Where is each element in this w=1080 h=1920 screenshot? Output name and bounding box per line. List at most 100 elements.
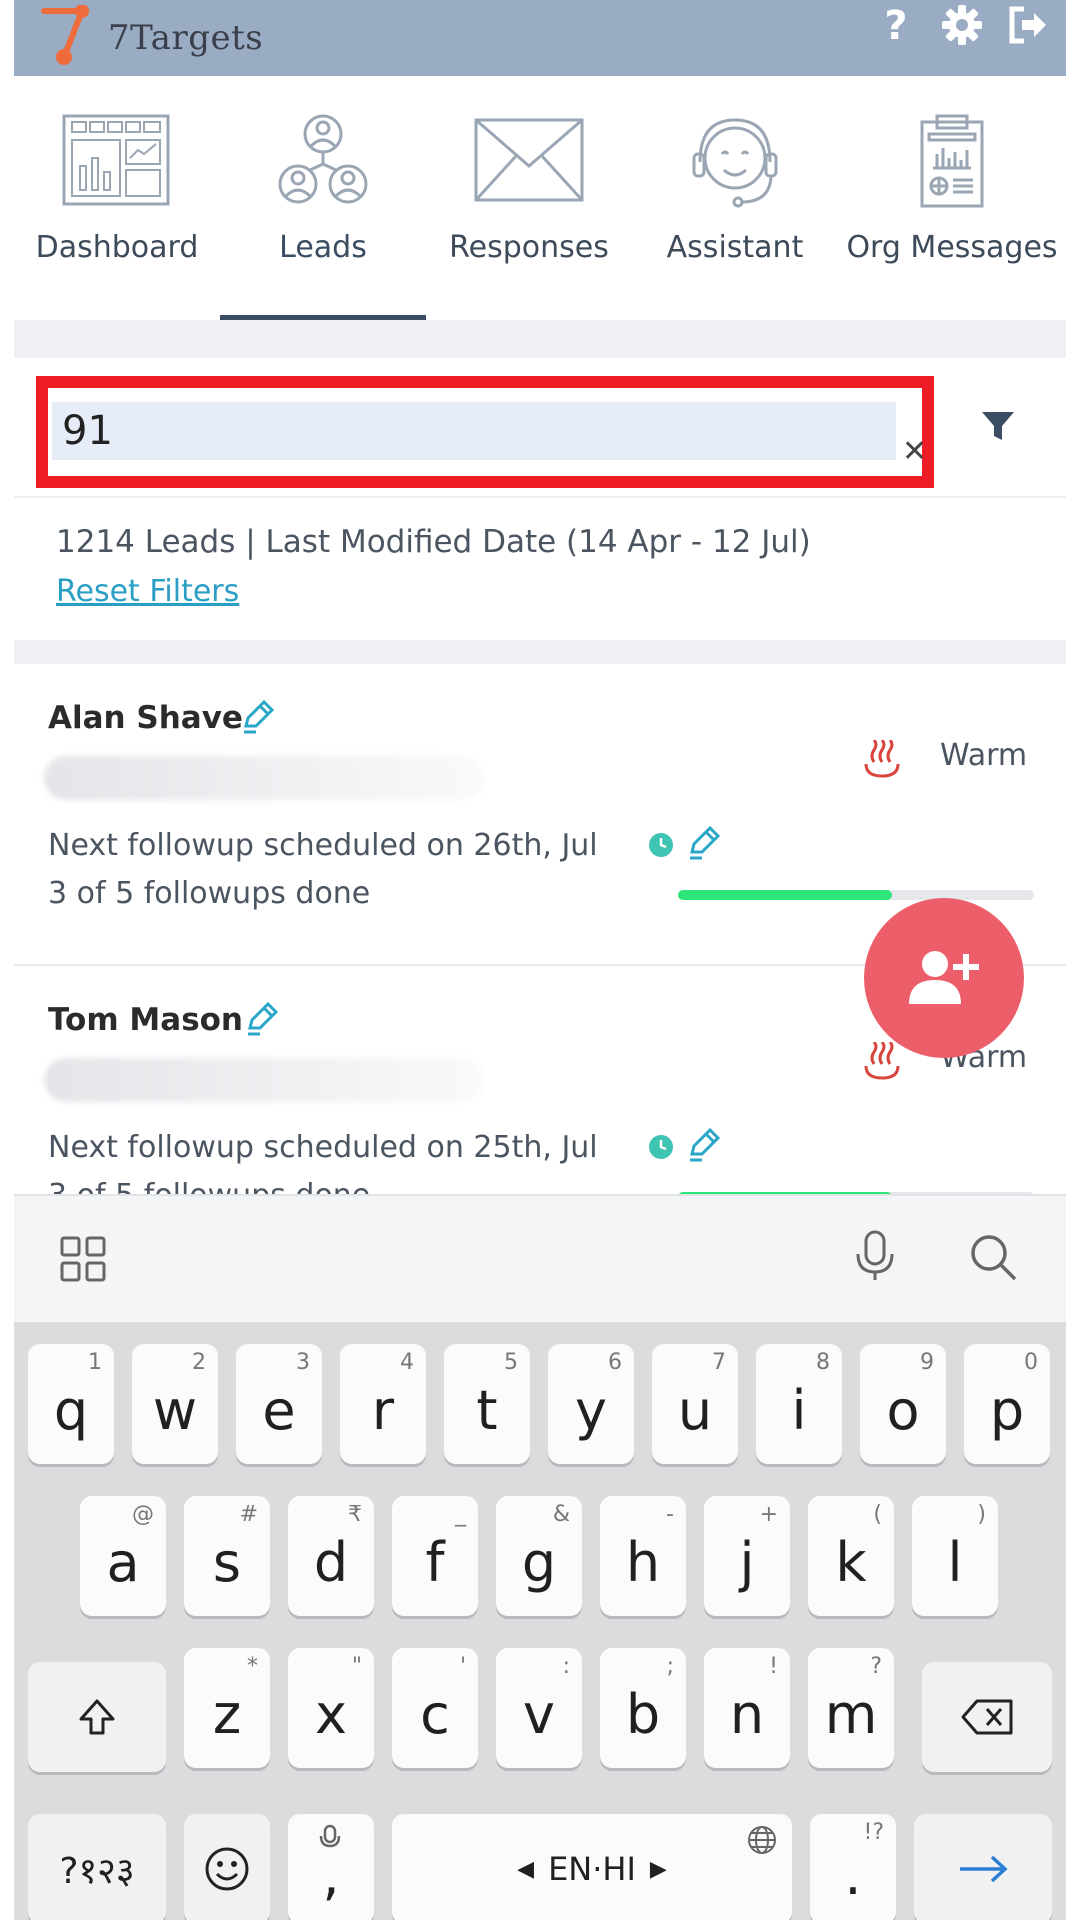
symbols-key-label: ?१२३ — [59, 1850, 135, 1892]
key-row3-6[interactable]: ? m — [808, 1648, 894, 1768]
key-row3-2[interactable]: ' c — [392, 1648, 478, 1768]
edit-followup-icon[interactable] — [686, 826, 720, 860]
key-row1-2[interactable]: 3e — [236, 1344, 322, 1464]
lead-name[interactable]: Tom Mason — [48, 1002, 243, 1038]
dashboard-icon — [62, 114, 170, 206]
key-row1-8[interactable]: 9o — [860, 1344, 946, 1464]
key-row2-5[interactable]: -h — [600, 1496, 686, 1616]
key-row3-0[interactable]: * z — [184, 1648, 270, 1768]
svg-text:?: ? — [884, 3, 907, 47]
key-hint: * — [247, 1654, 258, 1679]
results-summary: 1214 Leads | Last Modified Date (14 Apr … — [14, 500, 1066, 640]
key-row3-1[interactable]: " x — [288, 1648, 374, 1768]
shift-key[interactable] — [28, 1662, 166, 1772]
leads-count-text: 1214 Leads | Last Modified Date (14 Apr … — [56, 524, 811, 560]
key-row2-7[interactable]: (k — [808, 1496, 894, 1616]
key-hint: 9 — [920, 1350, 934, 1375]
phone-number-blurred — [44, 1058, 484, 1102]
comma-key[interactable]: , — [288, 1814, 374, 1920]
key-label: f — [425, 1530, 445, 1594]
lead-temperature: Warm — [940, 738, 1028, 773]
key-hint: ; — [666, 1654, 674, 1679]
key-hint: 0 — [1024, 1350, 1038, 1375]
edit-followup-icon[interactable] — [686, 1128, 720, 1162]
logout-icon[interactable] — [1006, 3, 1050, 47]
emoji-key[interactable] — [184, 1814, 270, 1920]
app-header: 7Targets ? — [0, 0, 1080, 76]
nav-item-org-messages[interactable]: Org Messages — [838, 76, 1066, 320]
key-row2-3[interactable]: _ f — [392, 1496, 478, 1616]
edit-name-icon[interactable] — [244, 1002, 278, 1036]
key-hint: " — [351, 1654, 362, 1679]
search-bar: ✕ — [14, 358, 1066, 498]
nav-item-dashboard[interactable]: Dashboard — [14, 76, 220, 320]
key-row1-7[interactable]: 8i — [756, 1344, 842, 1464]
add-lead-button[interactable] — [864, 898, 1024, 1058]
period-key-label: . — [844, 1843, 862, 1907]
filter-icon[interactable] — [978, 406, 1018, 446]
key-hint: ! — [769, 1654, 778, 1679]
key-label: i — [791, 1378, 807, 1442]
nav-item-assistant[interactable]: Assistant — [632, 76, 838, 320]
key-row3-4[interactable]: ; b — [600, 1648, 686, 1768]
key-row3-3[interactable]: :v — [496, 1648, 582, 1768]
list-separator — [14, 640, 1066, 664]
symbols-key[interactable]: ?१२३ — [28, 1814, 166, 1920]
key-hint: 2 — [192, 1350, 206, 1375]
emoji-icon — [205, 1847, 249, 1891]
key-row1-0[interactable]: 1q — [28, 1344, 114, 1464]
backspace-key[interactable] — [922, 1662, 1052, 1772]
key-label: r — [371, 1378, 395, 1442]
key-hint: : — [562, 1654, 570, 1679]
key-row1-5[interactable]: 6y — [548, 1344, 634, 1464]
period-key[interactable]: !? . — [810, 1814, 896, 1920]
microphone-icon[interactable] — [852, 1230, 898, 1282]
key-label: k — [835, 1530, 867, 1594]
key-hint: 6 — [608, 1350, 622, 1375]
edit-name-icon[interactable] — [240, 700, 274, 734]
settings-icon[interactable] — [940, 3, 984, 47]
key-row1-6[interactable]: 7u — [652, 1344, 738, 1464]
nav-item-leads[interactable]: Leads — [220, 76, 426, 320]
lead-name[interactable]: Alan Shave — [48, 700, 243, 736]
key-row3-5[interactable]: ! n — [704, 1648, 790, 1768]
key-row1-3[interactable]: 4r — [340, 1344, 426, 1464]
key-row1-1[interactable]: 2w — [132, 1344, 218, 1464]
reset-filters-link[interactable]: Reset Filters — [56, 574, 239, 609]
key-label: v — [523, 1682, 555, 1746]
key-row2-8[interactable]: ) l — [912, 1496, 998, 1616]
key-label: g — [521, 1530, 557, 1594]
nav-label-assistant: Assistant — [666, 230, 804, 265]
key-hint: 3 — [296, 1350, 310, 1375]
search-input[interactable] — [52, 402, 896, 460]
key-row1-9[interactable]: 0p — [964, 1344, 1050, 1464]
space-key-label: EN·HI — [548, 1850, 636, 1888]
keyboard-search-icon[interactable] — [968, 1232, 1018, 1282]
key-row2-6[interactable]: + j — [704, 1496, 790, 1616]
nav-label-responses: Responses — [449, 230, 609, 265]
apps-grid-icon[interactable] — [60, 1236, 106, 1282]
key-label: d — [313, 1530, 349, 1594]
nav-label-org-messages: Org Messages — [846, 230, 1058, 265]
key-row1-4[interactable]: 5t — [444, 1344, 530, 1464]
key-row2-2[interactable]: ₹ d — [288, 1496, 374, 1616]
space-key[interactable]: ◀ EN·HI ▶ — [392, 1814, 792, 1920]
nav-item-responses[interactable]: Responses — [426, 76, 632, 320]
clear-search-icon[interactable]: ✕ — [902, 434, 927, 469]
key-label: x — [315, 1682, 347, 1746]
key-row2-4[interactable]: & g — [496, 1496, 582, 1616]
key-row2-1[interactable]: # s — [184, 1496, 270, 1616]
key-hint: ' — [459, 1654, 466, 1679]
clipboard-icon — [920, 114, 984, 208]
key-hint: & — [552, 1502, 570, 1527]
keyboard-toolbar — [14, 1194, 1066, 1322]
key-hint: # — [239, 1502, 258, 1527]
help-icon[interactable]: ? — [874, 3, 918, 47]
enter-key[interactable] — [914, 1814, 1052, 1920]
globe-icon — [748, 1826, 776, 1854]
app-logo[interactable]: 7Targets — [40, 0, 263, 76]
key-row2-0[interactable]: @ a — [80, 1496, 166, 1616]
main-nav: Dashboard Leads Responses Assistant Org … — [14, 76, 1066, 320]
key-label: p — [989, 1378, 1025, 1442]
key-hint: 8 — [816, 1350, 830, 1375]
